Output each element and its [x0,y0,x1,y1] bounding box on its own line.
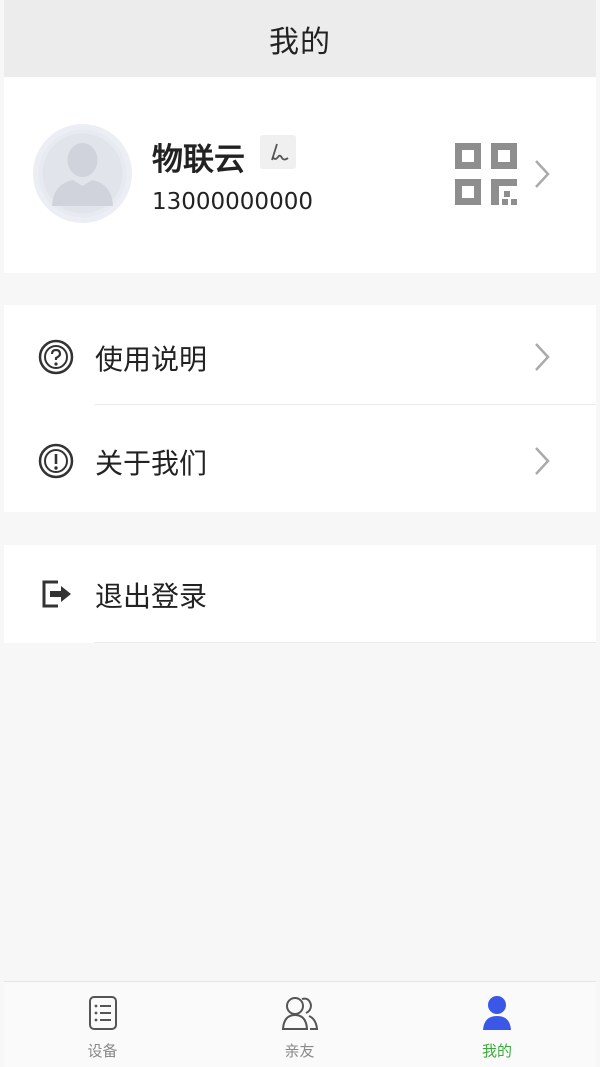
menu-item-about-us[interactable]: 关于我们 [4,409,596,512]
divider [94,642,596,643]
user-phone: 13000000000 [152,189,313,215]
logout-button[interactable]: 退出登录 [4,542,596,645]
qr-code-icon[interactable] [453,141,519,207]
tab-devices[interactable]: 设备 [4,982,201,1067]
chevron-right-icon[interactable] [534,159,550,189]
logout-card: 退出登录 [4,545,596,643]
user-icon [483,996,511,1030]
exclamation-circle-icon [38,443,74,479]
friends-icon [281,997,318,1030]
app-frame: 我的 物联云 13000000000 使用说明 关于我们 退出登录 设备 亲友 … [4,0,596,1067]
title-bar: 我的 [4,0,596,77]
default-user-avatar-icon [38,129,127,218]
menu-item-instructions[interactable]: 使用说明 [4,305,596,408]
chevron-right-icon [535,447,550,475]
logout-icon [42,580,71,608]
menu-card: 使用说明 关于我们 [4,305,596,512]
profile-card[interactable]: 物联云 13000000000 [4,77,596,273]
menu-item-label: 关于我们 [95,447,208,480]
device-list-icon [88,996,117,1030]
user-name: 物联云 [152,142,245,178]
avatar[interactable] [33,124,132,223]
logout-label: 退出登录 [95,580,208,613]
divider [94,404,596,405]
bottom-tab-bar: 设备 亲友 我的 [4,981,596,1067]
tab-label: 我的 [481,1042,512,1060]
tab-friends[interactable]: 亲友 [201,982,398,1067]
tab-label: 设备 [87,1042,118,1060]
signature-edit-icon[interactable] [260,135,296,169]
tab-mine[interactable]: 我的 [398,982,596,1067]
menu-item-label: 使用说明 [95,343,208,376]
tab-label: 亲友 [284,1042,315,1060]
chevron-right-icon [535,343,550,371]
question-circle-icon [38,339,74,375]
page-title: 我的 [269,24,331,60]
